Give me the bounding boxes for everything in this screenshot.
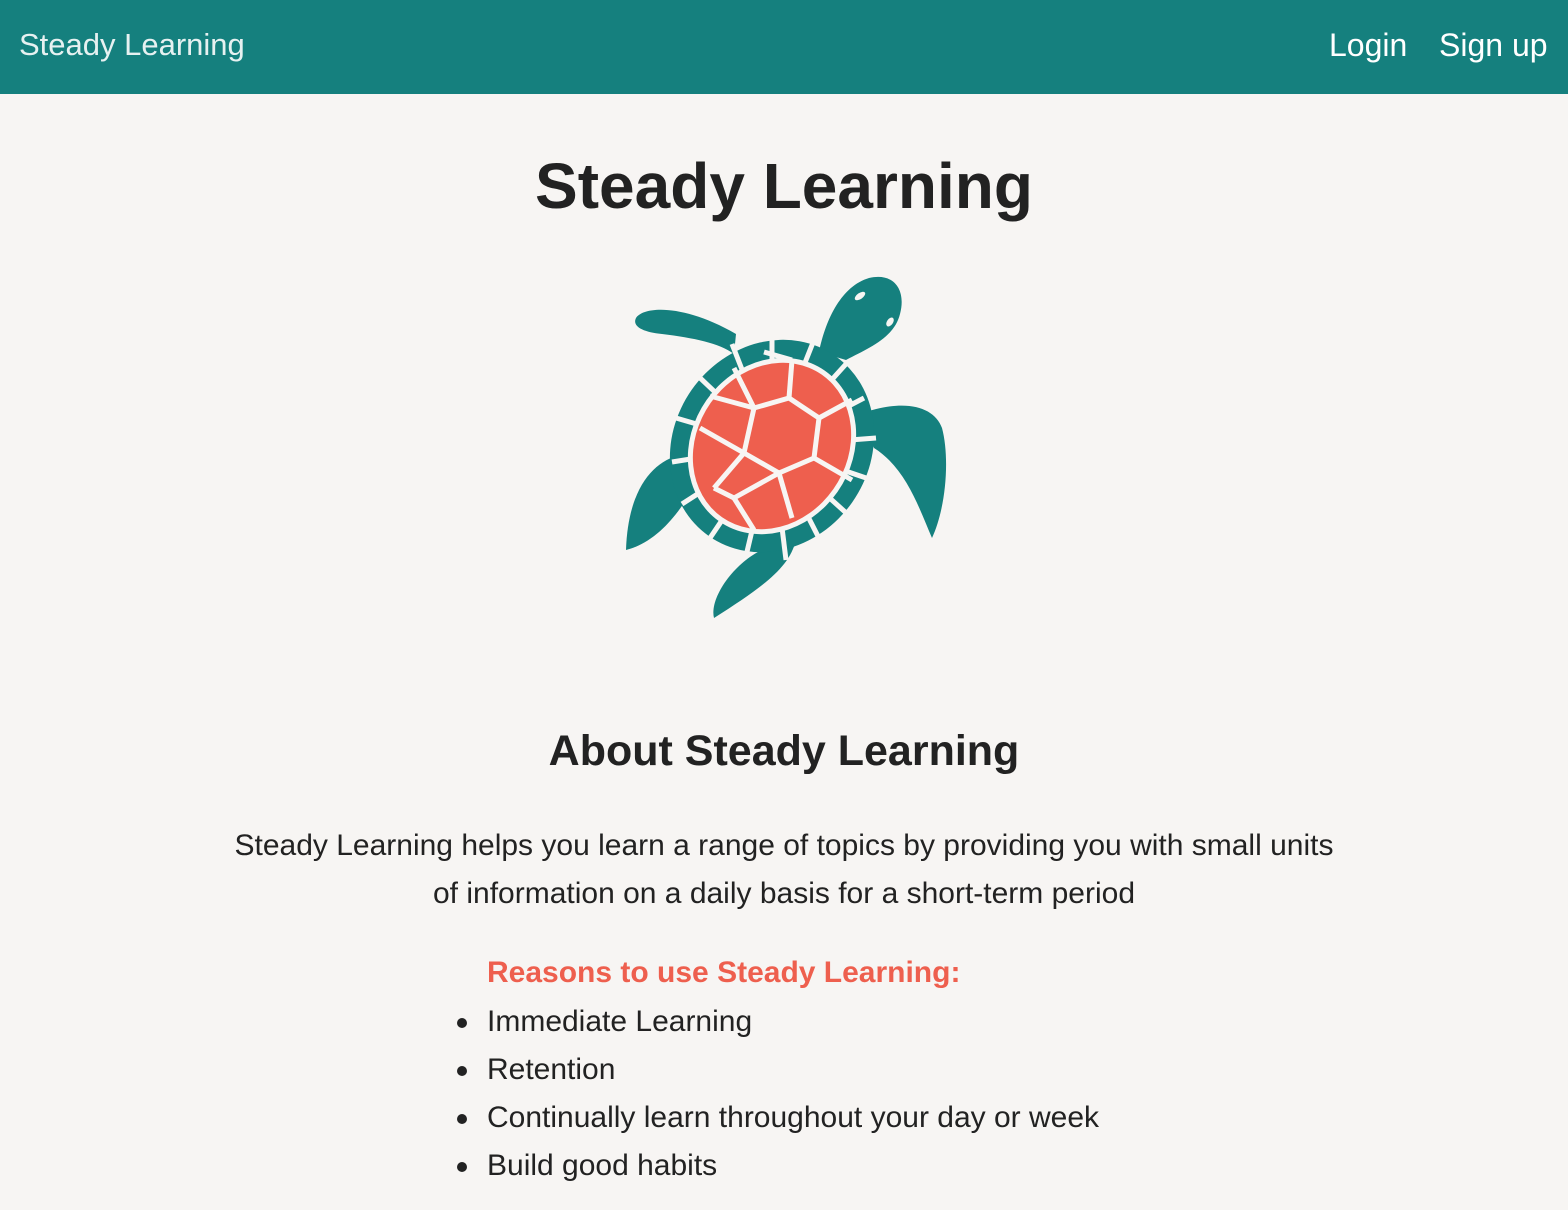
top-navbar: Steady Learning Login Sign up — [0, 0, 1568, 94]
list-item: Immediate Learning — [456, 998, 1099, 1046]
list-item: Continually learn throughout your day or… — [456, 1094, 1099, 1142]
list-item: Retention — [456, 1046, 1099, 1094]
reasons-heading: Reasons to use Steady Learning: — [487, 956, 961, 989]
list-item: Build good habits — [456, 1142, 1099, 1190]
reasons-list: Immediate Learning Retention Continually… — [456, 998, 1099, 1190]
page-title: Steady Learning — [535, 150, 1033, 222]
about-heading: About Steady Learning — [548, 727, 1020, 775]
signup-link[interactable]: Sign up — [1439, 25, 1548, 65]
about-description: Steady Learning helps you learn a range … — [234, 829, 1334, 910]
brand-link[interactable]: Steady Learning — [19, 25, 245, 65]
login-link[interactable]: Login — [1329, 25, 1407, 65]
sea-turtle-icon — [614, 268, 954, 628]
